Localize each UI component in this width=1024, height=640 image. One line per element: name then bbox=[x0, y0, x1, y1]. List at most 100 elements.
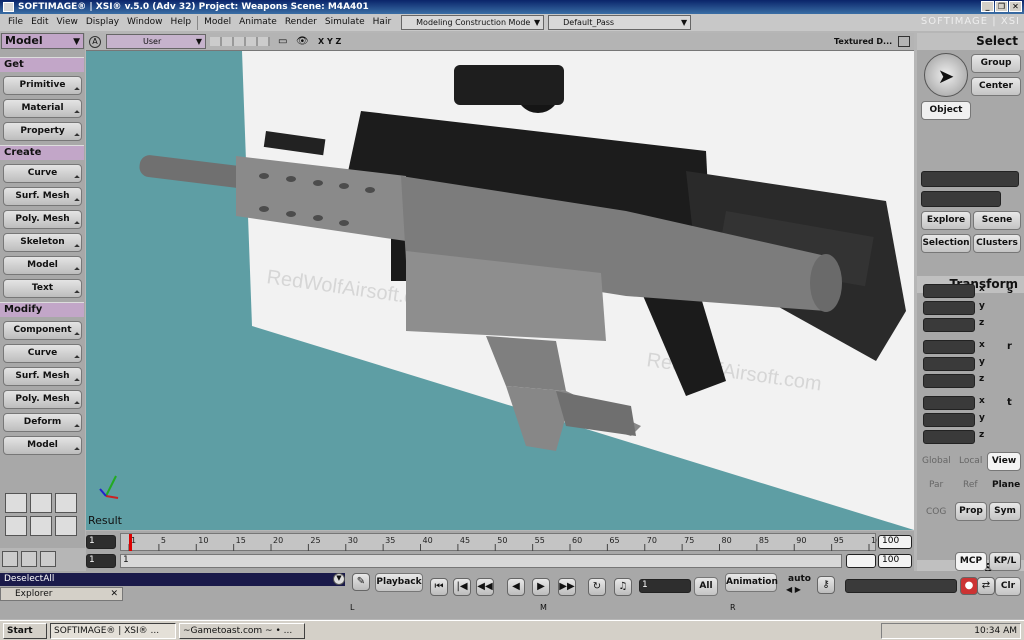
translate-label[interactable]: t bbox=[1007, 397, 1012, 408]
key-icon[interactable]: ⚷ bbox=[817, 576, 835, 594]
create-model-button[interactable]: Model bbox=[3, 256, 82, 275]
frame-field[interactable]: 1 bbox=[639, 579, 691, 593]
menu-view[interactable]: View bbox=[53, 15, 82, 30]
playback-button[interactable]: Playback bbox=[375, 573, 423, 592]
menu-display[interactable]: Display bbox=[82, 15, 123, 30]
close-icon[interactable]: ✕ bbox=[110, 588, 118, 600]
layout-left-icon[interactable] bbox=[5, 516, 27, 536]
loop-icon[interactable]: ↻ bbox=[588, 578, 606, 596]
clusters-button[interactable]: Clusters bbox=[973, 234, 1021, 253]
scale-z-field[interactable] bbox=[923, 318, 975, 332]
maximize-viewport-icon[interactable] bbox=[898, 36, 910, 47]
modify-poly-mesh-button[interactable]: Poly. Mesh bbox=[3, 390, 82, 409]
sym-button[interactable]: Sym bbox=[989, 502, 1021, 521]
key-arrows-icon[interactable]: ◀ ▶ bbox=[786, 585, 801, 594]
menu-file[interactable]: File bbox=[4, 15, 27, 30]
pass-dropdown[interactable]: Default_Pass ▼ bbox=[548, 15, 692, 30]
audio-icon[interactable]: ♫ bbox=[614, 578, 632, 596]
translate-x-field[interactable] bbox=[923, 396, 975, 410]
plane-toggle[interactable]: Plane bbox=[992, 480, 1020, 490]
scale-label[interactable]: s bbox=[1007, 285, 1013, 296]
keyable-params-field[interactable] bbox=[845, 579, 957, 593]
module-animate[interactable]: Animate bbox=[235, 15, 281, 30]
rotate-x-field[interactable] bbox=[923, 340, 975, 354]
modify-curve-button[interactable]: Curve bbox=[3, 344, 82, 363]
property-button[interactable]: Property bbox=[3, 122, 82, 141]
explore-button[interactable]: Explore bbox=[921, 211, 971, 230]
layout-quad-icon[interactable] bbox=[5, 493, 27, 513]
timeline-end-field[interactable]: 100 bbox=[878, 535, 912, 549]
center-button[interactable]: Center bbox=[971, 77, 1021, 96]
viewport-3d[interactable]: RedWolfAirsoft.com RedWolfAirsoft.com Re… bbox=[86, 51, 914, 530]
visibility-toggles[interactable] bbox=[210, 37, 270, 46]
module-hair[interactable]: Hair bbox=[369, 15, 395, 30]
module-render[interactable]: Render bbox=[281, 15, 321, 30]
close-button[interactable]: ✕ bbox=[1009, 1, 1022, 12]
timeline-start-field[interactable]: 1 bbox=[86, 535, 116, 549]
fast-forward-icon[interactable]: ▶▶ bbox=[558, 578, 576, 596]
create-surf-mesh-button[interactable]: Surf. Mesh bbox=[3, 187, 82, 206]
modify-surf-mesh-button[interactable]: Surf. Mesh bbox=[3, 367, 82, 386]
viewport-letter[interactable]: A bbox=[89, 36, 101, 48]
create-curve-button[interactable]: Curve bbox=[3, 164, 82, 183]
cog-toggle[interactable]: COG bbox=[926, 507, 946, 517]
create-skeleton-button[interactable]: Skeleton bbox=[3, 233, 82, 252]
scene-button[interactable]: Scene bbox=[973, 211, 1021, 230]
layout-right-icon[interactable] bbox=[30, 516, 52, 536]
timeline-ruler[interactable]: 1510152025303540455055606570758085909510… bbox=[120, 533, 886, 551]
primitive-button[interactable]: Primitive bbox=[3, 76, 82, 95]
range-slider[interactable]: 1 bbox=[120, 554, 842, 568]
eye-icon[interactable]: 👁 bbox=[296, 36, 309, 47]
object-button[interactable]: Object bbox=[921, 101, 971, 120]
camera-dropdown[interactable]: User ▼ bbox=[106, 34, 206, 49]
start-button[interactable]: Start bbox=[3, 622, 47, 639]
explorer-tab[interactable]: Explorer ✕ bbox=[0, 587, 123, 601]
playhead[interactable] bbox=[129, 534, 132, 551]
animation-button[interactable]: Animation bbox=[725, 573, 778, 592]
toolbar-mode-selector[interactable]: Model ▼ bbox=[1, 33, 84, 49]
translate-z-field[interactable] bbox=[923, 430, 975, 444]
command-line[interactable]: DeselectAll bbox=[0, 573, 345, 586]
ref-toggle[interactable]: Ref bbox=[963, 480, 978, 490]
display-mode[interactable]: Textured D... bbox=[834, 37, 892, 46]
group-button[interactable]: Group bbox=[971, 54, 1021, 73]
record-key-icon[interactable]: ● bbox=[960, 577, 978, 595]
modify-component-button[interactable]: Component bbox=[3, 321, 82, 340]
module-simulate[interactable]: Simulate bbox=[321, 15, 369, 30]
selection-field[interactable] bbox=[921, 171, 1019, 187]
menu-window[interactable]: Window bbox=[123, 15, 167, 30]
axis-toggles[interactable]: X Y Z bbox=[318, 37, 341, 46]
translate-y-field[interactable] bbox=[923, 413, 975, 427]
taskbar-item-browser[interactable]: ~Gametoast.com ~ • ... bbox=[179, 622, 305, 639]
script-editor-icon[interactable]: ✎ bbox=[352, 573, 370, 591]
paint-tool-icon[interactable] bbox=[40, 551, 56, 567]
select-arrow-icon[interactable]: ➤ bbox=[924, 53, 968, 97]
create-poly-mesh-button[interactable]: Poly. Mesh bbox=[3, 210, 82, 229]
range-end-field[interactable]: 100 bbox=[878, 554, 912, 568]
module-model[interactable]: Model bbox=[200, 15, 235, 30]
prev-key-icon[interactable]: |◀ bbox=[453, 578, 471, 596]
all-button[interactable]: All bbox=[694, 577, 718, 596]
menu-edit[interactable]: Edit bbox=[27, 15, 52, 30]
local-toggle[interactable]: Local bbox=[959, 456, 982, 466]
first-frame-icon[interactable]: ⏮ bbox=[430, 578, 448, 596]
key-nav-icon[interactable]: ⇄ bbox=[977, 577, 995, 595]
kpl-tab[interactable]: KP/L bbox=[989, 552, 1021, 571]
scale-x-field[interactable] bbox=[923, 284, 975, 298]
play-backward-icon[interactable]: ◀ bbox=[507, 578, 525, 596]
select-tool-icon[interactable] bbox=[2, 551, 18, 567]
selection-field-2[interactable] bbox=[921, 191, 1001, 207]
rewind-icon[interactable]: ◀◀ bbox=[476, 578, 494, 596]
rotate-label[interactable]: r bbox=[1007, 341, 1012, 352]
clear-button[interactable]: Clr bbox=[995, 577, 1021, 596]
prop-button[interactable]: Prop bbox=[955, 502, 987, 521]
modify-model-button[interactable]: Model bbox=[3, 436, 82, 455]
modify-deform-button[interactable]: Deform bbox=[3, 413, 82, 432]
create-text-button[interactable]: Text bbox=[3, 279, 82, 298]
rotate-y-field[interactable] bbox=[923, 357, 975, 371]
layout-four-icon[interactable] bbox=[55, 516, 77, 536]
taskbar-item-softimage[interactable]: SOFTIMAGE® | XSI® ... bbox=[50, 622, 176, 639]
play-forward-icon[interactable]: ▶ bbox=[532, 578, 550, 596]
minimize-button[interactable]: _ bbox=[981, 1, 994, 12]
selection-button[interactable]: Selection bbox=[921, 234, 971, 253]
